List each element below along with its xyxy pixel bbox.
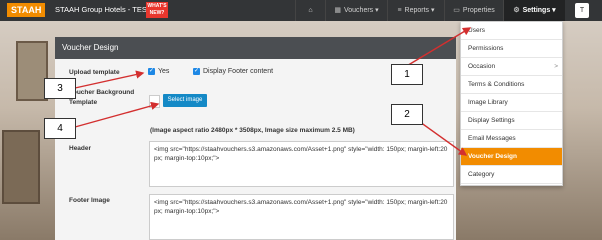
header-label: Header (69, 145, 92, 152)
select-image-button[interactable]: Select image (163, 94, 207, 107)
nav-settings-label: Settings (522, 7, 551, 14)
callout-4: 4 (44, 118, 76, 139)
panel-title: Voucher Design (55, 37, 456, 59)
menu-item-occasion-label: Occasion (468, 63, 496, 70)
menu-item-terms[interactable]: Terms & Conditions (461, 76, 562, 94)
wall-picture-frame-lower (2, 130, 40, 204)
home-icon: ⌂ (308, 7, 313, 14)
footer-image-textarea[interactable]: <img src="https://staahvouchers.s3.amazo… (149, 194, 454, 240)
menu-item-voucher-design[interactable]: Voucher Design (461, 148, 562, 166)
background-template-label: Voucher Background Template (69, 89, 135, 106)
user-avatar-button[interactable]: T (575, 3, 589, 18)
display-footer-checkbox[interactable]: ✓ (193, 68, 200, 75)
whats-new-badge[interactable]: WHAT'S NEW? (146, 2, 168, 18)
chevron-right-icon: > (554, 63, 558, 70)
nav-home[interactable]: ⌂ (295, 0, 325, 21)
gear-icon: ⚙ (513, 7, 520, 14)
footer-image-label: Footer Image (69, 197, 110, 204)
list-icon: ≡ (397, 7, 402, 14)
settings-dropdown-menu: Users Permissions Occasion > Terms & Cond… (460, 21, 563, 186)
chevron-down-icon: ▾ (375, 7, 379, 14)
upload-yes-label: Yes (158, 68, 170, 75)
document-icon: ▭ (453, 7, 460, 14)
group-name: STAAH Group Hotels - TEST (55, 5, 152, 14)
nav-properties-label: Properties (462, 7, 495, 14)
menu-item-permissions[interactable]: Permissions (461, 40, 562, 58)
nav-vouchers-label: Vouchers (343, 7, 374, 14)
callout-1: 1 (391, 64, 423, 85)
nav-reports-label: Reports (404, 7, 430, 14)
file-chooser-box[interactable] (149, 95, 160, 108)
menu-item-users[interactable]: Users (461, 22, 562, 40)
upload-yes-checkbox[interactable]: ✓ (148, 68, 155, 75)
staah-logo[interactable]: STAAH (7, 3, 46, 17)
menu-item-category[interactable]: Category (461, 166, 562, 184)
nav-reports[interactable]: ≡ Reports ▾ (387, 0, 444, 21)
display-footer-label: Display Footer content (203, 68, 274, 75)
chevron-down-icon: ▾ (431, 7, 435, 14)
nav-properties[interactable]: ▭ Properties (444, 0, 503, 21)
top-navbar: STAAH STAAH Group Hotels - TEST WHAT'S N… (0, 0, 602, 21)
chevron-down-icon: ▾ (552, 7, 556, 14)
nav-settings[interactable]: ⚙ Settings ▾ (503, 0, 565, 21)
menu-item-occasion[interactable]: Occasion > (461, 58, 562, 76)
callout-2: 2 (391, 104, 423, 125)
ticket-icon: ▦ (334, 7, 341, 14)
menu-item-display-settings[interactable]: Display Settings (461, 112, 562, 130)
image-size-hint: (Image aspect ratio 2480px * 3508px, Ima… (150, 127, 355, 134)
header-textarea[interactable]: <img src="https://staahvouchers.s3.amazo… (149, 141, 454, 187)
menu-item-email-messages[interactable]: Email Messages (461, 130, 562, 148)
nav-vouchers[interactable]: ▦ Vouchers ▾ (325, 0, 387, 21)
callout-3: 3 (44, 78, 76, 99)
upload-template-label: Upload template (69, 69, 120, 76)
menu-item-image-library[interactable]: Image Library (461, 94, 562, 112)
